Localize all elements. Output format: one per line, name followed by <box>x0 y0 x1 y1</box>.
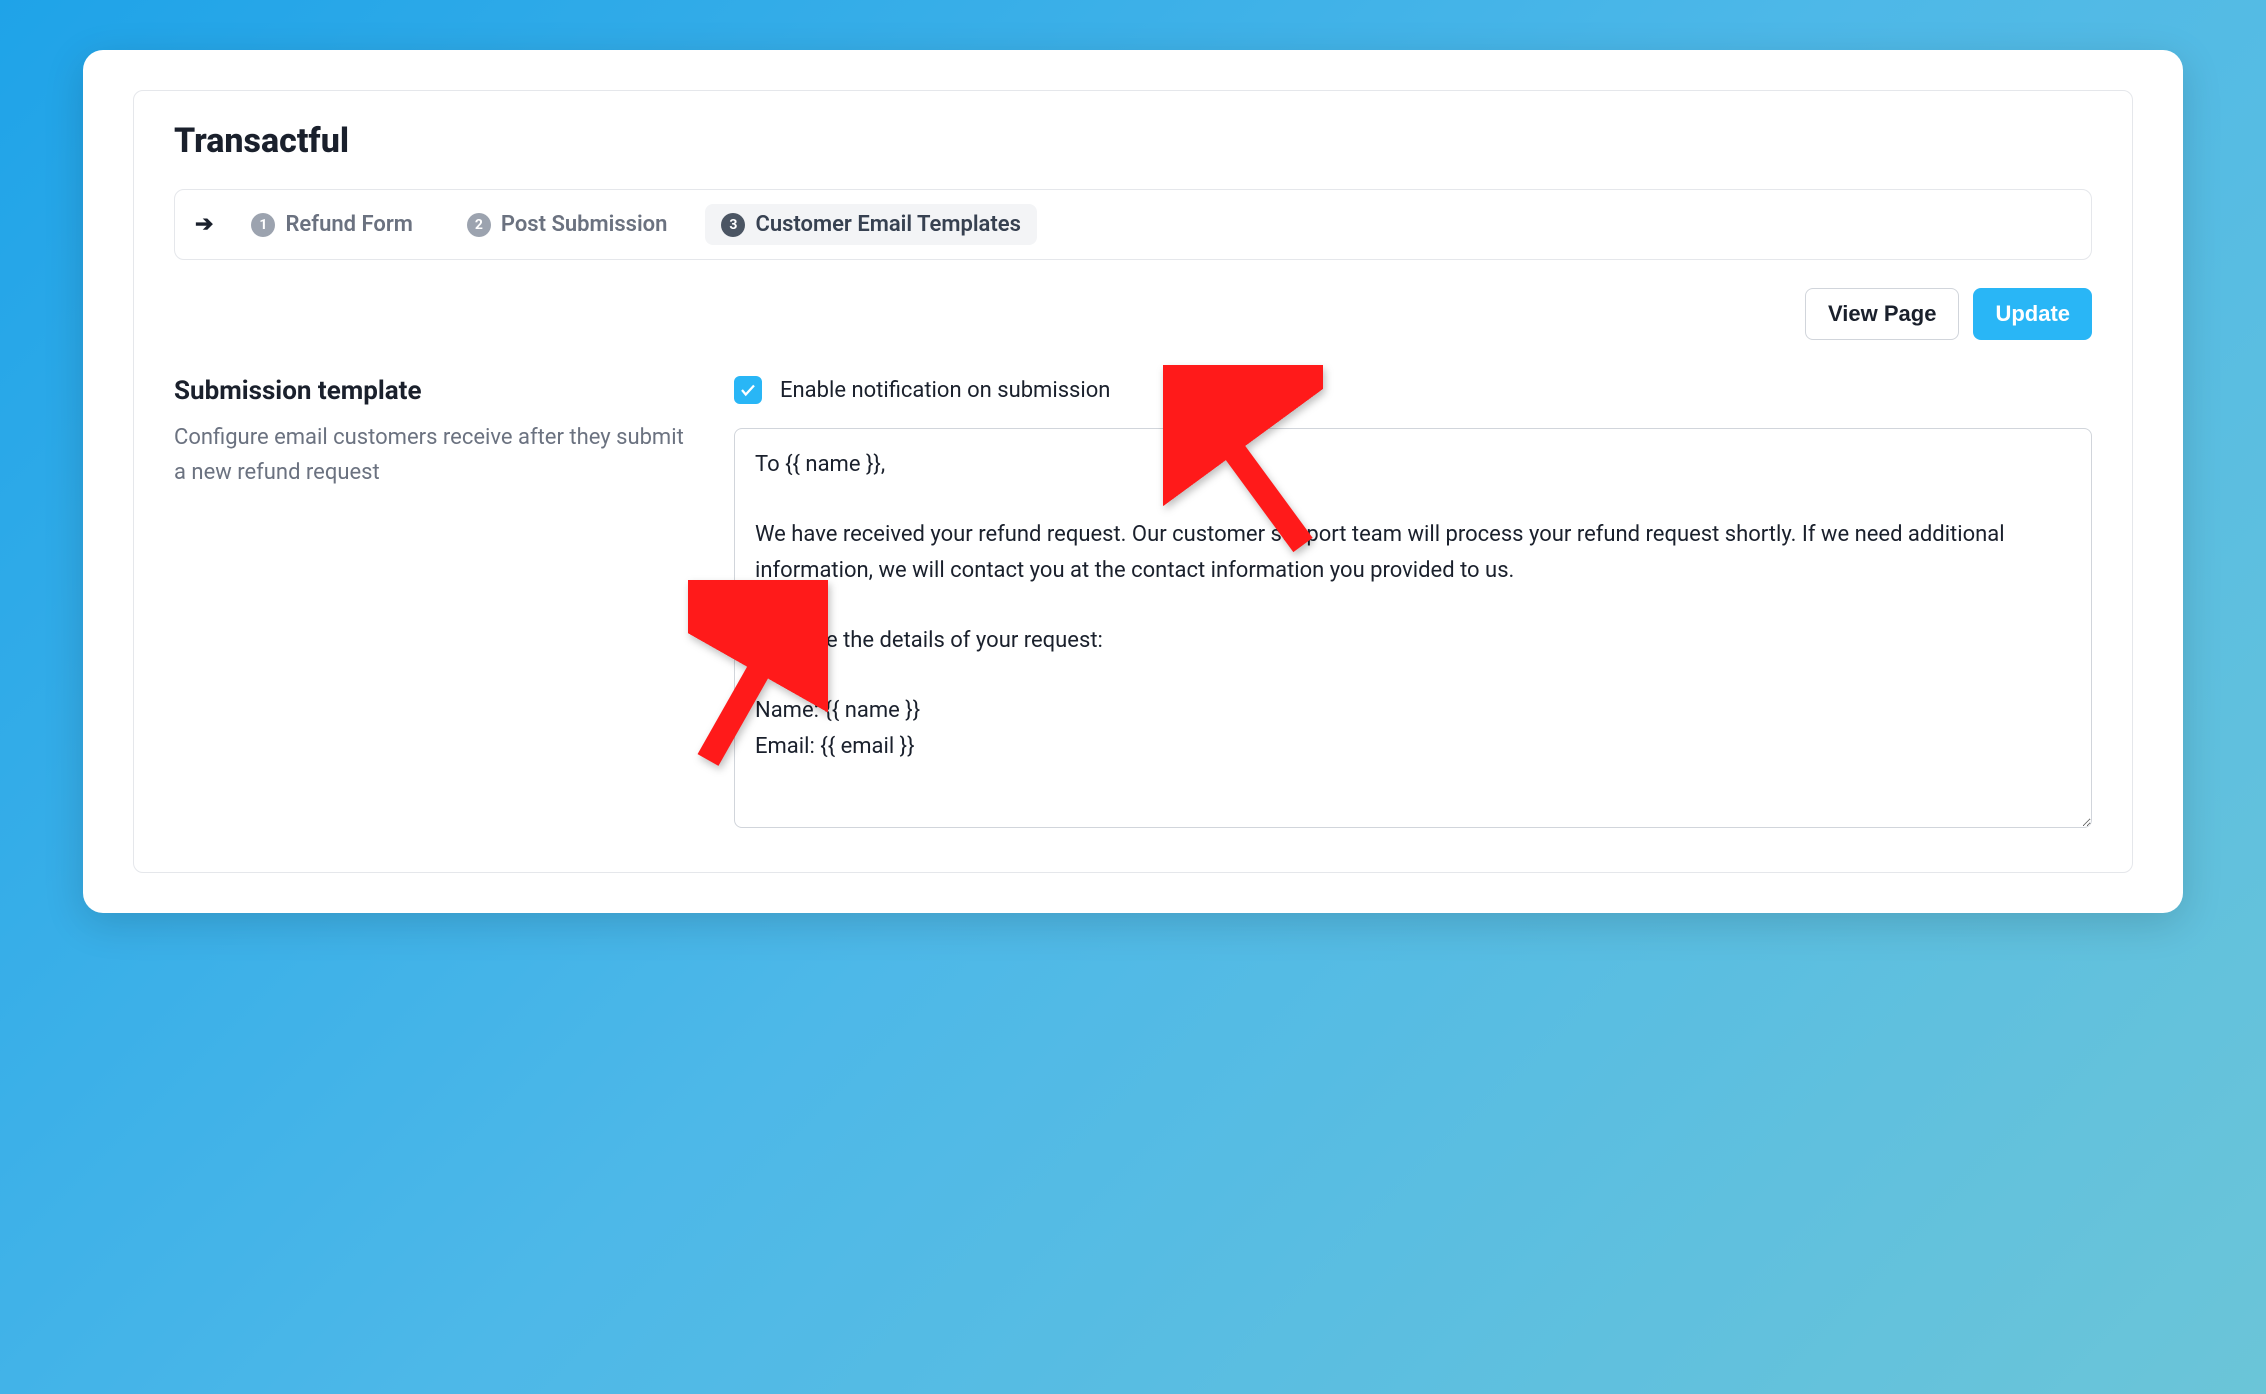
tab-badge-2: 2 <box>467 213 491 237</box>
main-section: Submission template Configure email cust… <box>174 376 2092 872</box>
tab-customer-email-templates[interactable]: 3 Customer Email Templates <box>705 204 1036 245</box>
app-title: Transactful <box>174 121 2092 161</box>
tab-post-submission[interactable]: 2 Post Submission <box>451 204 684 245</box>
arrow-right-icon: ➔ <box>195 212 213 237</box>
tab-label: Post Submission <box>501 212 668 237</box>
enable-notification-label: Enable notification on submission <box>780 378 1110 403</box>
section-description: Configure email customers receive after … <box>174 420 694 490</box>
view-page-button[interactable]: View Page <box>1805 288 1959 340</box>
section-title: Submission template <box>174 376 694 406</box>
section-content: Enable notification on submission <box>734 376 2092 832</box>
enable-notification-row: Enable notification on submission <box>734 376 2092 404</box>
tab-badge-1: 1 <box>251 213 275 237</box>
tab-refund-form[interactable]: 1 Refund Form <box>235 204 428 245</box>
tab-badge-3: 3 <box>721 213 745 237</box>
template-body-textarea[interactable] <box>734 428 2092 828</box>
app-window: Transactful ➔ 1 Refund Form 2 Post Submi… <box>83 50 2183 913</box>
enable-notification-checkbox[interactable] <box>734 376 762 404</box>
update-button[interactable]: Update <box>1973 288 2092 340</box>
actions-row: View Page Update <box>174 288 2092 340</box>
tab-label: Customer Email Templates <box>755 212 1020 237</box>
section-info: Submission template Configure email cust… <box>174 376 694 832</box>
content-card: Transactful ➔ 1 Refund Form 2 Post Submi… <box>133 90 2133 873</box>
tab-label: Refund Form <box>285 212 412 237</box>
tabs-bar: ➔ 1 Refund Form 2 Post Submission 3 Cust… <box>174 189 2092 260</box>
check-icon <box>739 381 757 399</box>
